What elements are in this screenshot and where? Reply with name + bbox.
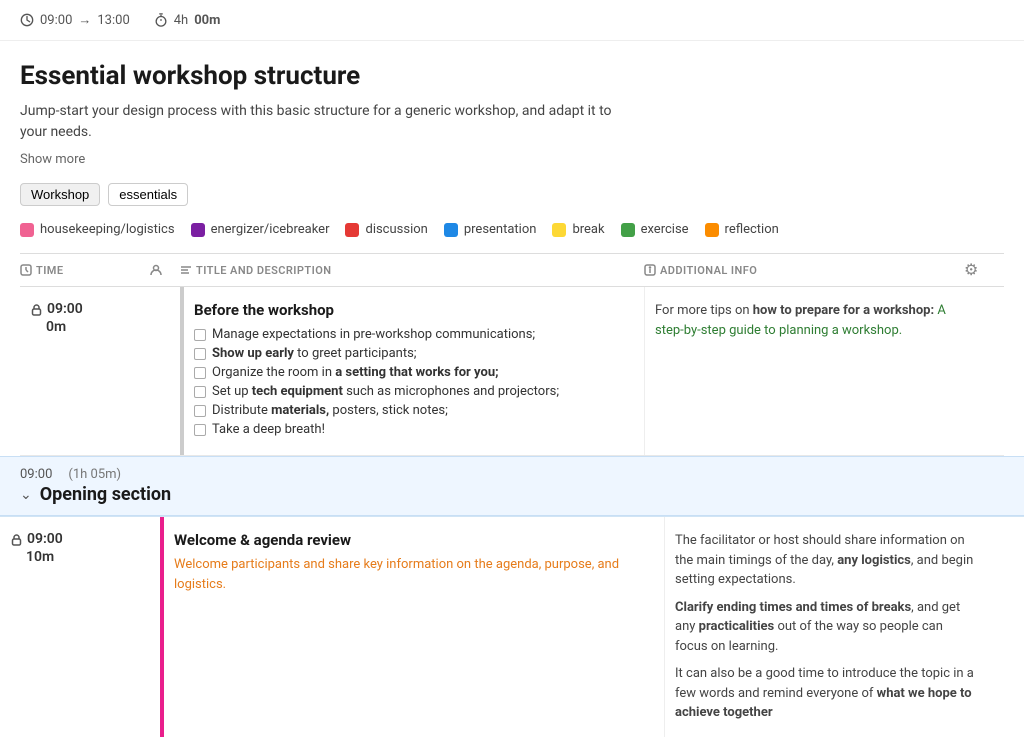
checkbox-4[interactable] [194, 386, 206, 398]
start-time: 09:00 [40, 13, 72, 28]
legend-reflection: reflection [705, 222, 779, 237]
group-duration: (1h 05m) [68, 467, 121, 482]
before-workshop-content: Before the workshop Manage expectations … [180, 287, 644, 455]
checkbox-5[interactable] [194, 405, 206, 417]
housekeeping-dot [20, 223, 34, 237]
checkbox-2[interactable] [194, 348, 206, 360]
break-label: break [572, 222, 604, 237]
arrow: → [78, 12, 91, 28]
settings-button[interactable]: ⚙ [964, 260, 978, 280]
time-header-icon [20, 264, 32, 276]
before-workshop-info: For more tips on how to prepare for a wo… [644, 287, 964, 455]
welcome-info: The facilitator or host should share inf… [664, 517, 984, 737]
header-settings: ⚙ [964, 260, 1004, 280]
reflection-label: reflection [725, 222, 779, 237]
lock-icon [30, 303, 43, 316]
tag-essentials[interactable]: essentials [108, 183, 188, 206]
before-workshop-avatar [150, 287, 180, 455]
checkbox-6[interactable] [194, 424, 206, 436]
before-workshop-time: 09:00 0m [20, 287, 150, 455]
exercise-dot [621, 223, 635, 237]
group-name: Opening section [40, 484, 171, 505]
info-header-icon [644, 264, 656, 276]
lock-icon-welcome [10, 533, 23, 546]
group-start-time: 09:00 [20, 467, 52, 482]
legend-exercise: exercise [621, 222, 689, 237]
header-time: TIME [20, 260, 150, 280]
energizer-dot [191, 223, 205, 237]
checklist-item-2: Show up early to greet participants; [194, 346, 634, 361]
group-header: 09:00 (1h 05m) ⌄ Opening section [0, 457, 1024, 516]
presentation-label: presentation [464, 222, 537, 237]
checklist-item-1: Manage expectations in pre-workshop comm… [194, 327, 634, 342]
discussion-label: discussion [365, 222, 427, 237]
before-workshop-title: Before the workshop [194, 301, 634, 319]
legend-energizer: energizer/icebreaker [191, 222, 330, 237]
welcome-duration: 10m [26, 549, 54, 565]
timer-icon [154, 13, 168, 27]
welcome-item-row: 09:00 10m Welcome & agenda review Welcom… [0, 516, 1024, 737]
main-content: Essential workshop structure Jump-start … [0, 41, 1024, 456]
reflection-dot [705, 223, 719, 237]
tag-workshop[interactable]: Workshop [20, 183, 100, 206]
energizer-label: energizer/icebreaker [211, 222, 330, 237]
housekeeping-label: housekeeping/logistics [40, 222, 175, 237]
checkbox-1[interactable] [194, 329, 206, 341]
welcome-time-col: 09:00 10m [0, 517, 130, 737]
before-workshop-duration: 0m [46, 319, 66, 335]
time-range: 09:00 → 13:00 [20, 12, 130, 28]
checklist-item-6: Take a deep breath! [194, 422, 634, 437]
welcome-title: Welcome & agenda review [174, 531, 654, 549]
page-title: Essential workshop structure [20, 61, 1004, 91]
clock-icon [20, 13, 34, 27]
legend-housekeeping: housekeeping/logistics [20, 222, 175, 237]
before-workshop-settings [964, 287, 1004, 455]
title-icon [180, 264, 192, 276]
legend-presentation: presentation [444, 222, 537, 237]
before-workshop-time-value: 09:00 [30, 301, 83, 317]
show-more-link[interactable]: Show more [20, 152, 85, 167]
break-dot [552, 223, 566, 237]
header-info: ADDITIONAL INFO [644, 260, 964, 280]
checklist-item-5: Distribute materials, posters, stick not… [194, 403, 634, 418]
checklist-item-4: Set up tech equipment such as microphone… [194, 384, 634, 399]
welcome-time-value: 09:00 [10, 531, 63, 547]
legend-break: break [552, 222, 604, 237]
checklist-item-3: Organize the room in a setting that work… [194, 365, 634, 380]
duration-minutes: 00m [194, 13, 220, 28]
header-facilitator [150, 260, 180, 280]
checkbox-3[interactable] [194, 367, 206, 379]
duration: 4h 00m [154, 13, 221, 28]
legend-discussion: discussion [345, 222, 427, 237]
discussion-dot [345, 223, 359, 237]
opening-section-group: 09:00 (1h 05m) ⌄ Opening section 09:00 1… [0, 456, 1024, 737]
duration-label: 4h [174, 13, 188, 28]
welcome-settings [984, 517, 1024, 737]
person-icon [150, 264, 162, 276]
exercise-label: exercise [641, 222, 689, 237]
before-workshop-row: 09:00 0m Before the workshop Manage expe… [20, 287, 1004, 456]
chevron-down-icon[interactable]: ⌄ [20, 487, 32, 503]
page-description: Jump-start your design process with this… [20, 101, 620, 143]
before-workshop-checklist: Manage expectations in pre-workshop comm… [194, 327, 634, 437]
table-header: TIME TITLE AND DESCRIPTION ADDITIONAL IN… [20, 253, 1004, 287]
presentation-dot [444, 223, 458, 237]
tags-row: Workshop essentials [20, 183, 1004, 206]
legend: housekeeping/logistics energizer/icebrea… [20, 222, 1004, 237]
group-title-row: ⌄ Opening section [20, 484, 171, 505]
welcome-content: Welcome & agenda review Welcome particip… [160, 517, 664, 737]
welcome-avatar [130, 517, 160, 737]
header-title: TITLE AND DESCRIPTION [180, 260, 644, 280]
welcome-description: Welcome participants and share key infor… [174, 555, 654, 594]
end-time: 13:00 [97, 13, 129, 28]
top-bar: 09:00 → 13:00 4h 00m [0, 0, 1024, 41]
